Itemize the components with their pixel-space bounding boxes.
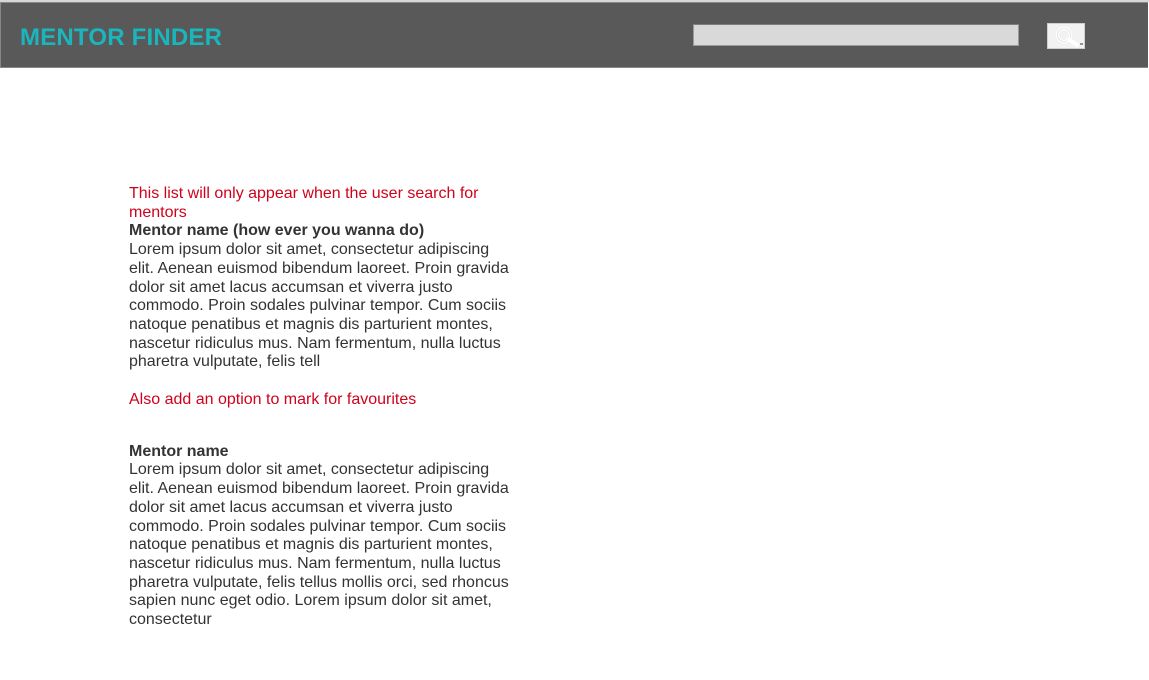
mentor-description: Lorem ipsum dolor sit amet, consectetur … [129,461,509,629]
mentor-description: Lorem ipsum dolor sit amet, consectetur … [129,241,509,371]
mentor-name[interactable]: Mentor name (how ever you wanna do) [129,222,509,241]
mentor-results: This list will only appear when the user… [129,185,509,630]
list-visibility-note: This list will only appear when the user… [129,185,479,221]
mentor-name[interactable]: Mentor name [129,443,509,462]
app-header: MENTOR FINDER [0,2,1148,68]
search-button[interactable] [1047,23,1085,49]
mentor-list-item[interactable]: Mentor name Lorem ipsum dolor sit amet, … [129,443,509,630]
favourites-note: Also add an option to mark for favourite… [129,391,417,409]
app-logo[interactable]: MENTOR FINDER [20,23,222,53]
search-icon [1048,24,1084,48]
mentor-list-item[interactable]: Mentor name (how ever you wanna do) Lore… [129,222,509,372]
search-input[interactable] [693,24,1019,46]
